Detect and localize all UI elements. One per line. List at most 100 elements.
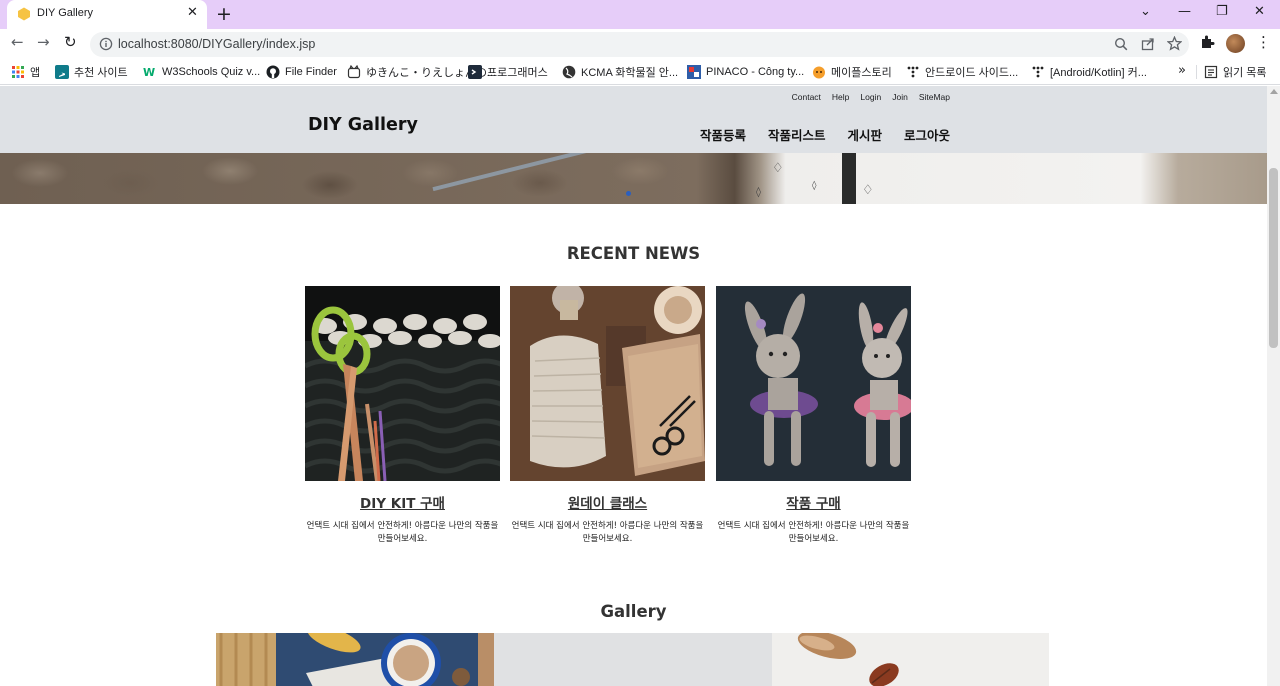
- card-image-crochet-bunnies[interactable]: [716, 286, 911, 481]
- bookmark-file-finder[interactable]: File Finder: [266, 63, 337, 81]
- pinaco-icon: [687, 65, 701, 79]
- page-scrollbar[interactable]: [1267, 86, 1280, 686]
- tab-title: DIY Gallery: [37, 7, 94, 19]
- profile-avatar[interactable]: [1226, 34, 1245, 53]
- bing-icon: [55, 65, 69, 79]
- nav-work-list[interactable]: 작품리스트: [768, 125, 826, 144]
- share-icon[interactable]: [1141, 37, 1155, 51]
- programmers-icon: [468, 65, 482, 79]
- browser-tabstrip: DIY Gallery ✕ + ⌄ — ❐ ✕: [0, 0, 1280, 29]
- util-link-login[interactable]: Login: [860, 92, 881, 102]
- card-image-sweater-notebook[interactable]: [510, 286, 705, 481]
- hero-needle-shape: [432, 153, 628, 192]
- hero-leaf-icon: ♢: [772, 161, 784, 176]
- bookmark-maplestory[interactable]: 메이플스토리: [812, 63, 892, 81]
- cat-icon: [347, 65, 361, 79]
- bookmark-pinaco[interactable]: PINACO - Công ty...: [687, 63, 804, 81]
- nav-register-work[interactable]: 작품등록: [700, 125, 746, 144]
- bookmark-apps[interactable]: 앱: [11, 63, 40, 81]
- site-logo[interactable]: DIY Gallery: [308, 115, 418, 135]
- url-text[interactable]: localhost:8080/DIYGallery/index.jsp: [118, 37, 315, 51]
- apps-grid-icon: [12, 66, 24, 78]
- hero-leaf-icon: ♢: [862, 183, 874, 198]
- reading-list-icon: [1204, 65, 1218, 79]
- extensions-puzzle-icon[interactable]: [1200, 34, 1215, 49]
- gallery-tile-leaves[interactable]: [772, 633, 1049, 686]
- bookmarks-overflow-button[interactable]: »: [1178, 63, 1186, 78]
- main-nav: 작품등록 작품리스트 게시판 로그아웃: [700, 125, 950, 144]
- card-image-knitting-scissors[interactable]: [305, 286, 500, 481]
- card-title[interactable]: DIY KIT 구매: [305, 492, 500, 512]
- bookmark-w3schools[interactable]: W W3Schools Quiz v...: [143, 63, 260, 81]
- gallery-tile-grey[interactable]: [494, 633, 772, 686]
- bookmark-label: 메이플스토리: [831, 67, 892, 79]
- minimize-button[interactable]: —: [1178, 4, 1191, 19]
- zoom-icon[interactable]: [1114, 37, 1128, 51]
- dots-icon: [907, 66, 919, 78]
- reload-icon[interactable]: ↻: [64, 33, 77, 51]
- back-icon[interactable]: ←: [11, 33, 24, 51]
- bookmark-android-side[interactable]: 안드로이드 사이드...: [906, 63, 1018, 81]
- globe-icon: [562, 65, 576, 79]
- tab-search-icon[interactable]: ⌄: [1140, 4, 1151, 19]
- nav-logout[interactable]: 로그아웃: [904, 125, 950, 144]
- util-link-join[interactable]: Join: [892, 92, 908, 102]
- restore-button[interactable]: ❐: [1216, 4, 1228, 19]
- card-description: 언택트 시대 집에서 안전하게! 아름다운 나만의 작품을 만들어보세요.: [306, 521, 499, 544]
- util-link-contact[interactable]: Contact: [792, 92, 821, 102]
- site-header: Contact Help Login Join SiteMap DIY Gall…: [0, 86, 1267, 153]
- bookmark-label: 앱: [30, 67, 41, 79]
- forward-icon[interactable]: →: [37, 33, 50, 51]
- bookmark-label: 안드로이드 사이드...: [925, 67, 1019, 79]
- hero-pole-shape: [842, 153, 856, 204]
- bookmark-label: W3Schools Quiz v...: [162, 66, 261, 78]
- card-title[interactable]: 원데이 클래스: [510, 492, 705, 512]
- bookmarks-divider: [1196, 65, 1197, 79]
- close-window-button[interactable]: ✕: [1254, 4, 1265, 19]
- hexagon-favicon-icon: [18, 7, 30, 21]
- hero-leaf-icon: ◊: [756, 187, 761, 198]
- tab-close-icon[interactable]: ✕: [187, 5, 198, 20]
- gallery-tile-coffee[interactable]: [216, 633, 494, 686]
- bookmark-star-icon[interactable]: [1167, 36, 1182, 51]
- card-description: 언택트 시대 집에서 안전하게! 아름다운 나만의 작품을 만들어보세요.: [717, 521, 910, 544]
- nav-board[interactable]: 게시판: [848, 125, 883, 144]
- bookmarks-bar: 앱 추천 사이트 W W3Schools Quiz v... File Find…: [0, 59, 1280, 85]
- hero-carousel[interactable]: ♢ ◊ ♢ ◊: [0, 153, 1267, 204]
- scroll-thumb[interactable]: [1269, 168, 1278, 348]
- util-link-sitemap[interactable]: SiteMap: [919, 92, 950, 102]
- util-link-help[interactable]: Help: [832, 92, 849, 102]
- bookmark-label: KCMA 화학물질 안...: [581, 67, 679, 79]
- site-info-icon[interactable]: [99, 37, 113, 51]
- bookmark-label: File Finder: [285, 66, 337, 78]
- bookmark-label: 추천 사이트: [74, 67, 128, 79]
- reading-list-label: 읽기 목록: [1223, 67, 1267, 79]
- bookmark-android-kotlin[interactable]: [Android/Kotlin] 커...: [1031, 63, 1147, 81]
- address-bar[interactable]: localhost:8080/DIYGallery/index.jsp: [90, 32, 1189, 57]
- hero-leaf-icon: ◊: [812, 181, 817, 191]
- gallery-title: Gallery: [600, 602, 667, 621]
- maplestory-icon: [813, 66, 825, 79]
- bookmark-recommended[interactable]: 추천 사이트: [55, 63, 128, 81]
- browser-menu-icon[interactable]: ⋮: [1256, 33, 1271, 51]
- bookmark-label: 프로그래머스: [487, 67, 548, 79]
- github-icon: [266, 65, 280, 79]
- new-tab-button[interactable]: +: [216, 3, 232, 25]
- bookmark-label: [Android/Kotlin] 커...: [1050, 67, 1147, 79]
- bookmark-programmers[interactable]: 프로그래머스: [468, 63, 548, 81]
- carousel-indicator-dot[interactable]: [626, 191, 631, 196]
- bookmark-kcma[interactable]: KCMA 화학물질 안...: [562, 63, 678, 81]
- scroll-up-arrow-icon[interactable]: [1270, 89, 1278, 94]
- utility-nav: Contact Help Login Join SiteMap: [792, 92, 950, 102]
- svg-text:W: W: [143, 66, 155, 79]
- w3schools-icon: W: [143, 66, 155, 79]
- dots-icon: [1032, 66, 1044, 78]
- browser-tab[interactable]: DIY Gallery ✕: [7, 0, 207, 29]
- page-viewport: Contact Help Login Join SiteMap DIY Gall…: [0, 86, 1267, 686]
- recent-news-title: RECENT NEWS: [566, 244, 701, 263]
- card-description: 언택트 시대 집에서 안전하게! 아름다운 나만의 작품을 만들어보세요.: [511, 521, 704, 544]
- browser-toolbar: ← → ↻ localhost:8080/DIYGallery/index.js…: [0, 29, 1280, 59]
- bookmark-label: PINACO - Công ty...: [706, 66, 805, 78]
- card-title[interactable]: 작품 구매: [716, 492, 911, 512]
- reading-list-button[interactable]: 읽기 목록: [1204, 63, 1267, 81]
